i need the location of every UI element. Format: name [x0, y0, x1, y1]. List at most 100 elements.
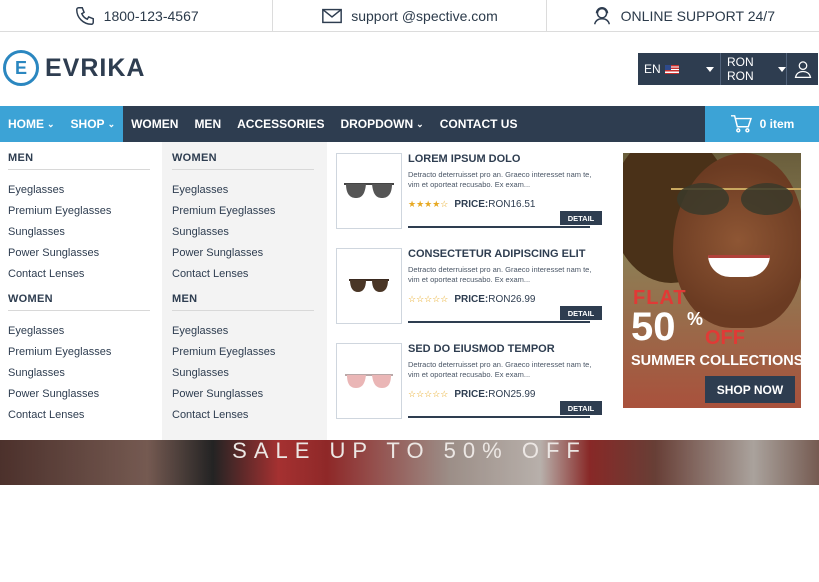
- nav-men-label: MEN: [194, 117, 222, 131]
- divider: [408, 226, 590, 228]
- menu-link[interactable]: Power Sunglasses: [172, 243, 319, 264]
- detail-button[interactable]: DETAIL: [560, 306, 602, 320]
- promo-percent: %: [687, 309, 704, 329]
- price-label: PRICE:: [454, 294, 489, 305]
- logo-mark-icon: E: [3, 50, 39, 86]
- hero-text: SALE UP TO 50% OFF: [232, 440, 587, 463]
- nav-home-label: HOME: [8, 117, 44, 131]
- menu-link[interactable]: Contact Lenses: [8, 264, 154, 285]
- email-contact[interactable]: support @spective.com: [273, 0, 547, 31]
- nav-men[interactable]: MEN: [186, 106, 229, 142]
- email-address: support @spective.com: [351, 7, 498, 24]
- product-description: Detracto deterruisset pro an. Graeco int…: [408, 170, 592, 189]
- menu-link[interactable]: Power Sunglasses: [8, 384, 154, 405]
- currency-label: RON RON: [727, 55, 754, 83]
- support-contact[interactable]: ONLINE SUPPORT 24/7: [547, 0, 819, 31]
- product-image[interactable]: [336, 153, 402, 229]
- header-controls: EN RON RON: [638, 53, 818, 85]
- rating-stars: ☆☆☆☆☆: [408, 389, 449, 399]
- link-list: Eyeglasses Premium Eyeglasses Sunglasses…: [8, 180, 154, 285]
- product-price: PRICE:RON26.99: [454, 294, 535, 305]
- support-label: ONLINE SUPPORT 24/7: [620, 7, 775, 24]
- mega-column-1: MEN Eyeglasses Premium Eyeglasses Sungla…: [0, 142, 162, 440]
- hero-banner: SALE UP TO 50% OFF: [0, 440, 819, 485]
- promo-off: OFF: [705, 327, 745, 349]
- promo-summer: SUMMER COLLECTIONS: [631, 353, 801, 369]
- language-dropdown-caret[interactable]: [700, 66, 720, 72]
- link-list: Eyeglasses Premium Eyeglasses Sunglasses…: [172, 321, 319, 426]
- menu-link[interactable]: Premium Eyeglasses: [172, 342, 319, 363]
- divider: [408, 416, 590, 418]
- price-label: PRICE:: [454, 389, 489, 400]
- product-image[interactable]: [336, 248, 402, 324]
- shop-now-button[interactable]: SHOP NOW: [705, 376, 795, 403]
- product-title[interactable]: CONSECTETUR ADIPISCING ELIT: [408, 248, 602, 260]
- menu-link[interactable]: Contact Lenses: [172, 405, 319, 426]
- menu-link[interactable]: Eyeglasses: [172, 180, 319, 201]
- nav-contact-us[interactable]: CONTACT US: [432, 106, 526, 142]
- phone-icon: [75, 6, 94, 25]
- menu-link[interactable]: Premium Eyeglasses: [172, 201, 319, 222]
- product-card: SED DO EIUSMOD TEMPOR Detracto deterruis…: [336, 340, 606, 435]
- chevron-down-icon: ⌄: [47, 118, 55, 129]
- top-contact-bar: 1800-123-4567 support @spective.com ONLI…: [0, 0, 819, 32]
- product-image[interactable]: [336, 343, 402, 419]
- product-price: PRICE:RON16.51: [454, 199, 535, 210]
- caret-down-icon: [706, 66, 714, 72]
- language-selector[interactable]: EN: [638, 62, 700, 76]
- rating-stars: ☆☆☆☆☆: [408, 294, 449, 304]
- product-info: CONSECTETUR ADIPISCING ELIT Detracto det…: [408, 248, 602, 305]
- menu-link[interactable]: Sunglasses: [172, 363, 319, 384]
- user-icon: [794, 61, 811, 78]
- chevron-down-icon: ⌄: [416, 118, 424, 129]
- chevron-down-icon: ⌄: [107, 118, 116, 129]
- menu-link[interactable]: Contact Lenses: [8, 405, 154, 426]
- menu-link[interactable]: Contact Lenses: [172, 264, 319, 285]
- detail-button[interactable]: DETAIL: [560, 401, 602, 415]
- product-card: LOREM IPSUM DOLO Detracto deterruisset p…: [336, 150, 606, 245]
- nav-shop-label: SHOP: [70, 117, 105, 131]
- nav-accessories[interactable]: ACCESSORIES: [229, 106, 332, 142]
- nav-shop[interactable]: SHOP ⌄: [62, 106, 124, 142]
- menu-link[interactable]: Sunglasses: [8, 222, 154, 243]
- logo[interactable]: E EVRIKA: [3, 50, 145, 86]
- product-title[interactable]: LOREM IPSUM DOLO: [408, 153, 602, 165]
- menu-link[interactable]: Premium Eyeglasses: [8, 342, 154, 363]
- menu-link[interactable]: Power Sunglasses: [8, 243, 154, 264]
- menu-link[interactable]: Eyeglasses: [8, 180, 154, 201]
- column-heading: MEN: [8, 152, 150, 170]
- cart-icon: [730, 115, 752, 133]
- menu-link[interactable]: Sunglasses: [172, 222, 319, 243]
- nav-contact-label: CONTACT US: [439, 117, 518, 131]
- mega-column-2: WOMEN Eyeglasses Premium Eyeglasses Sung…: [162, 142, 327, 440]
- cart-button[interactable]: 0 item: [705, 106, 819, 142]
- mega-menu: MEN Eyeglasses Premium Eyeglasses Sungla…: [0, 142, 819, 582]
- product-title[interactable]: SED DO EIUSMOD TEMPOR: [408, 343, 602, 355]
- nav-women-label: WOMEN: [131, 117, 179, 131]
- sunglasses-icon: [345, 374, 393, 388]
- product-info: LOREM IPSUM DOLO Detracto deterruisset p…: [408, 153, 602, 210]
- price-label: PRICE:: [454, 199, 489, 210]
- logo-text: EVRIKA: [45, 53, 146, 82]
- product-description: Detracto deterruisset pro an. Graeco int…: [408, 360, 592, 379]
- featured-products: LOREM IPSUM DOLO Detracto deterruisset p…: [336, 150, 606, 435]
- promo-banner[interactable]: FLAT 50 % OFF SUMMER COLLECTIONS SHOP NO…: [623, 153, 801, 408]
- detail-button[interactable]: DETAIL: [560, 211, 602, 225]
- divider: [408, 321, 590, 323]
- product-card: CONSECTETUR ADIPISCING ELIT Detracto det…: [336, 245, 606, 340]
- phone-contact[interactable]: 1800-123-4567: [0, 0, 274, 31]
- menu-link[interactable]: Eyeglasses: [172, 321, 319, 342]
- menu-link[interactable]: Eyeglasses: [8, 321, 154, 342]
- menu-link[interactable]: Sunglasses: [8, 363, 154, 384]
- menu-link[interactable]: Premium Eyeglasses: [8, 201, 154, 222]
- nav-dropdown[interactable]: DROPDOWN ⌄: [332, 106, 431, 142]
- cart-count: 0 item: [759, 117, 795, 131]
- currency-selector[interactable]: RON RON: [720, 53, 786, 85]
- nav-home[interactable]: HOME ⌄: [0, 106, 63, 142]
- user-account-button[interactable]: [786, 53, 818, 85]
- column-heading: MEN: [172, 293, 314, 311]
- nav-women[interactable]: WOMEN: [123, 106, 186, 142]
- sunglasses-icon: [349, 279, 389, 292]
- menu-link[interactable]: Power Sunglasses: [172, 384, 319, 405]
- price-value: RON25.99: [488, 389, 536, 400]
